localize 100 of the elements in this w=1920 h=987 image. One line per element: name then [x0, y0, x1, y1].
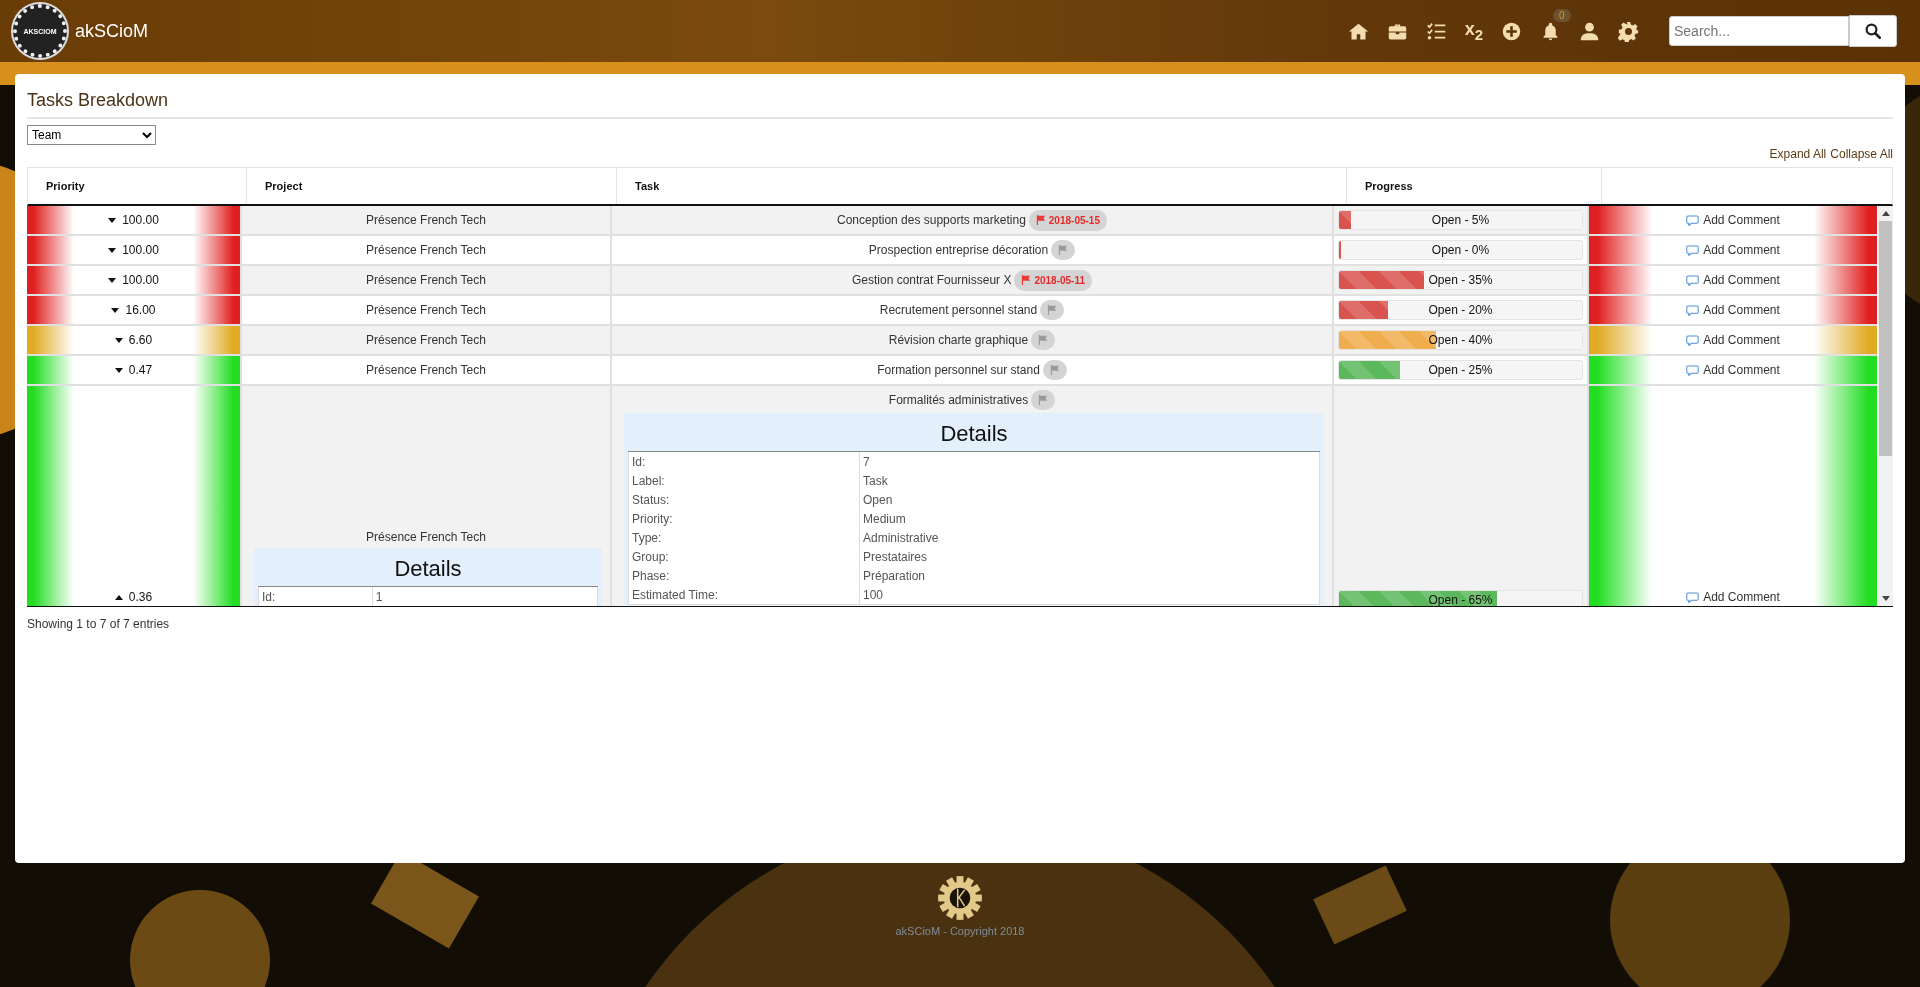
column-header[interactable]: Task — [616, 168, 1346, 204]
caret-down-icon[interactable] — [108, 277, 117, 283]
brand-name[interactable]: akSCioM — [75, 20, 149, 42]
progress-label: Open - 0% — [1430, 242, 1491, 259]
copyright-text: akSCioM - Copyright 2018 — [895, 925, 1025, 937]
gear-logo-icon — [937, 875, 983, 921]
due-date: 2018-05-11 — [1034, 274, 1085, 286]
task-name: Gestion contrat Fournisseur X — [852, 273, 1012, 287]
comment-icon — [1686, 304, 1700, 316]
scrollbar[interactable] — [1878, 206, 1893, 606]
progress-label: Open - 25% — [1427, 362, 1494, 379]
column-header[interactable]: Progress — [1346, 168, 1601, 204]
due-date-badge[interactable] — [1042, 360, 1067, 380]
flag-icon — [1038, 335, 1049, 345]
flag-icon — [1047, 305, 1058, 315]
add-comment-link[interactable]: Add Comment — [1686, 213, 1780, 227]
column-header[interactable]: Project — [246, 168, 616, 204]
add-comment-link[interactable]: Add Comment — [1686, 303, 1780, 317]
task-name: Recrutement personnel stand — [879, 303, 1038, 317]
detail-label: Group: — [631, 549, 670, 564]
priority-value: 0.47 — [128, 363, 153, 377]
flag-icon — [1021, 275, 1032, 285]
detail-label: Id: — [631, 454, 647, 469]
search-icon — [1864, 21, 1882, 40]
page-title: Tasks Breakdown — [27, 90, 1893, 119]
add-comment-link[interactable]: Add Comment — [1686, 333, 1780, 347]
project-name: Présence French Tech — [366, 530, 486, 544]
detail-label: Id: — [261, 589, 277, 604]
priority-value: 6.60 — [128, 333, 153, 347]
comment-icon — [1686, 244, 1700, 256]
project-name: Présence French Tech — [366, 273, 486, 287]
caret-down-icon[interactable] — [114, 337, 123, 343]
progress-label: Open - 5% — [1430, 212, 1491, 229]
project-name: Présence French Tech — [366, 363, 486, 377]
detail-value: 1 — [371, 587, 597, 606]
due-date-badge[interactable] — [1040, 300, 1065, 320]
group-select[interactable]: Team — [27, 125, 156, 145]
plus-circle-icon[interactable] — [1501, 20, 1522, 42]
detail-value: Open — [859, 490, 1319, 509]
add-comment-link[interactable]: Add Comment — [1686, 243, 1780, 257]
user-icon[interactable] — [1579, 20, 1600, 42]
priority-value: 0.36 — [128, 590, 153, 604]
caret-down-icon[interactable] — [111, 307, 120, 313]
detail-label: Label: — [631, 473, 666, 488]
flag-icon — [1035, 215, 1046, 225]
due-date: 2018-05-15 — [1048, 214, 1100, 226]
flag-icon — [1058, 245, 1069, 255]
expand-all-link[interactable]: Expand All — [1769, 147, 1827, 161]
flag-icon — [1038, 395, 1049, 405]
comment-icon — [1686, 591, 1700, 603]
flag-icon — [1049, 365, 1060, 375]
project-name: Présence French Tech — [366, 333, 486, 347]
priority-value: 16.00 — [125, 303, 156, 317]
due-date-badge[interactable] — [1051, 240, 1076, 260]
detail-label: Estimated Time: — [631, 587, 720, 602]
detail-value: Prestataires — [859, 547, 1319, 566]
progress-label: Open - 35% — [1427, 272, 1494, 289]
notification-badge: 0 — [1553, 8, 1571, 22]
caret-down-icon[interactable] — [108, 247, 117, 253]
comment-icon — [1686, 274, 1700, 286]
search-field[interactable]: Search... — [1669, 15, 1849, 46]
detail-value: 7 — [859, 452, 1319, 471]
detail-label: Status: — [631, 492, 671, 507]
detail-value: 100 — [859, 585, 1319, 604]
add-comment-link[interactable]: Add Comment — [1686, 273, 1780, 287]
comment-icon — [1686, 334, 1700, 346]
task-name: Prospection entreprise décoration — [868, 243, 1049, 257]
detail-label: Type: — [631, 530, 663, 545]
table-info: Showing 1 to 7 of 7 entries — [27, 617, 171, 631]
detail-value: Administrative — [859, 528, 1319, 547]
project-name: Présence French Tech — [366, 303, 486, 317]
caret-down-icon[interactable] — [114, 367, 123, 373]
detail-label: Phase: — [631, 568, 671, 583]
task-name: Formation personnel sur stand — [877, 363, 1040, 377]
detail-value: Medium — [859, 509, 1319, 528]
settings-icon[interactable] — [1618, 20, 1639, 42]
add-comment-link[interactable]: Add Comment — [1686, 590, 1780, 604]
task-name: Formalités administratives — [888, 393, 1029, 407]
priority-value: 100.00 — [122, 243, 159, 257]
subscript-button[interactable]: x$_{2}$ — [1464, 19, 1483, 43]
project-name: Présence French Tech — [366, 243, 486, 257]
priority-value: 100.00 — [122, 213, 159, 227]
column-header[interactable]: Priority — [28, 168, 246, 204]
caret-up-icon[interactable] — [114, 594, 123, 600]
collapse-all-link[interactable]: Collapse All — [1830, 147, 1893, 161]
scroll-up-icon[interactable] — [1881, 211, 1890, 216]
progress-label: Open - 20% — [1427, 302, 1494, 319]
checklist-icon[interactable] — [1425, 20, 1447, 42]
detail-value: Task — [859, 471, 1319, 490]
search-button[interactable] — [1849, 14, 1897, 47]
detail-value: Préparation — [859, 566, 1319, 585]
task-name: Conception des supports marketing — [837, 213, 1026, 227]
task-name: Révision charte graphique — [888, 333, 1029, 347]
scroll-down-icon[interactable] — [1881, 596, 1890, 601]
caret-down-icon[interactable] — [108, 217, 117, 223]
comment-icon — [1686, 364, 1700, 376]
comment-icon — [1686, 214, 1700, 226]
detail-label: Priority: — [631, 511, 674, 526]
progress-label: Open - 65% — [1427, 592, 1494, 606]
add-comment-link[interactable]: Add Comment — [1686, 363, 1780, 377]
